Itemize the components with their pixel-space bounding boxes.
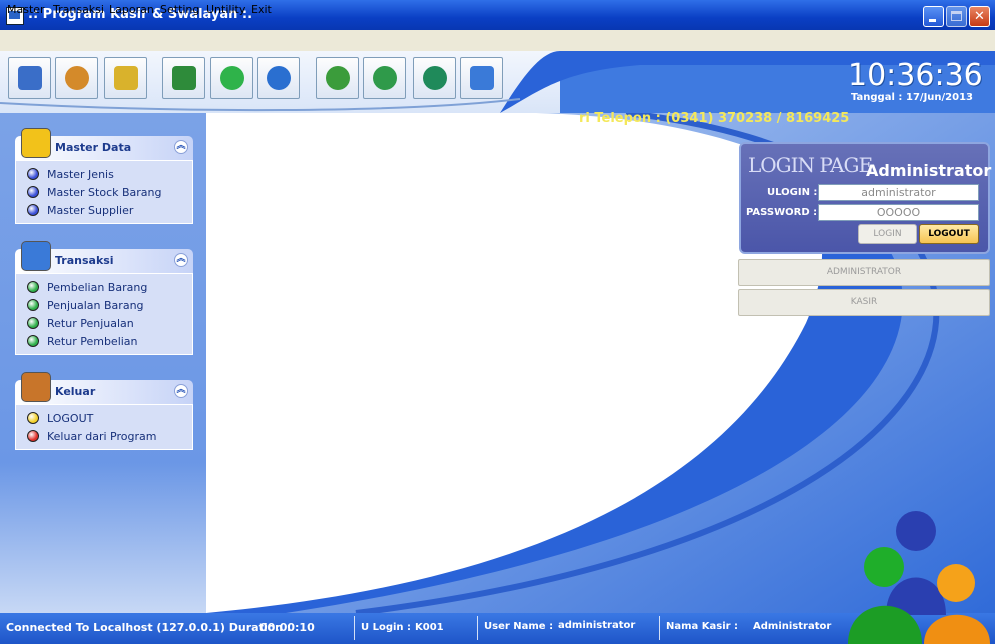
bullet-icon xyxy=(27,430,39,442)
sidebar-item-label: Retur Penjualan xyxy=(47,317,134,330)
sidebar-item-keluar-dari-program[interactable]: Keluar dari Program xyxy=(16,427,192,445)
close-button[interactable]: ✕ xyxy=(969,6,990,27)
toolbar-button-money[interactable] xyxy=(162,57,205,99)
folder-icon xyxy=(114,66,138,90)
ulogin-field[interactable]: administrator xyxy=(818,184,979,201)
panel-title: Master Data xyxy=(55,141,132,154)
toolbar-button-refresh[interactable] xyxy=(257,57,300,99)
bullet-icon xyxy=(27,412,39,424)
bullet-icon xyxy=(27,299,39,311)
toolbar-button-folder[interactable] xyxy=(104,57,147,99)
chevron-up-icon[interactable]: ︽ xyxy=(174,384,188,398)
chevron-up-icon[interactable]: ︽ xyxy=(174,140,188,154)
refresh-icon xyxy=(267,66,291,90)
menu-laporan[interactable]: Laporan xyxy=(109,3,154,16)
toolbar-button-add[interactable] xyxy=(210,57,253,99)
status-kasir-value: Administrator xyxy=(753,621,832,632)
sidebar-item-label: Master Supplier xyxy=(47,204,134,217)
add-user-icon xyxy=(326,66,350,90)
sidebar-item-retur-pembelian[interactable]: Retur Pembelian xyxy=(16,332,192,350)
chevron-up-icon[interactable]: ︽ xyxy=(174,253,188,267)
sidebar-item-label: Master Jenis xyxy=(47,168,114,181)
panel-body: Pembelian Barang Penjualan Barang Retur Pe… xyxy=(15,273,193,355)
user-icon xyxy=(65,66,89,90)
user-green-icon xyxy=(373,66,397,90)
status-separator xyxy=(354,616,355,640)
status-ulogin-value: K001 xyxy=(415,622,444,633)
sidebar-item-master-supplier[interactable]: Master Supplier xyxy=(16,201,192,219)
bullet-icon xyxy=(27,335,39,347)
menu-exit[interactable]: Exit xyxy=(251,3,272,16)
menu-setting[interactable]: Setting xyxy=(160,3,199,16)
table-icon xyxy=(470,66,494,90)
money-icon xyxy=(172,66,196,90)
sidebar-item-retur-penjualan[interactable]: Retur Penjualan xyxy=(16,314,192,332)
users-group-icon xyxy=(848,511,990,644)
login-user-title: Administrator xyxy=(866,161,992,180)
login-page-title: LOGIN PAGE xyxy=(748,153,873,177)
toolbar-button-user[interactable] xyxy=(55,57,98,99)
date-value: 17/Jun/2013 xyxy=(906,92,974,103)
panel-header[interactable]: Keluar ︽ xyxy=(15,372,193,404)
database-icon xyxy=(18,66,42,90)
panel-title: Transaksi xyxy=(55,254,114,267)
maximize-button[interactable] xyxy=(946,6,967,27)
ulogin-label: ULOGIN : xyxy=(767,187,818,198)
bullet-icon xyxy=(27,168,39,180)
status-separator xyxy=(477,616,478,640)
status-ulogin-label: U Login : xyxy=(361,622,412,633)
toolbar-button-user-green[interactable] xyxy=(363,57,406,99)
sidebar-item-label: LOGOUT xyxy=(47,412,94,425)
cashier-icon xyxy=(423,66,447,90)
sidebar-item-label: Keluar dari Program xyxy=(47,430,157,443)
status-username-label: User Name : xyxy=(484,621,554,632)
database-icon xyxy=(21,128,51,158)
add-icon xyxy=(220,66,244,90)
bullet-icon xyxy=(27,204,39,216)
login-button[interactable]: LOGIN xyxy=(858,224,917,244)
status-separator xyxy=(659,616,660,640)
menu-untility[interactable]: Untility xyxy=(206,3,245,16)
password-label: PASSWORD : xyxy=(746,207,818,218)
kasir-button[interactable]: KASIR xyxy=(738,289,990,316)
toolbar-button-add-user[interactable] xyxy=(316,57,359,99)
panel-header[interactable]: Transaksi ︽ xyxy=(15,241,193,273)
sidebar-item-label: Master Stock Barang xyxy=(47,186,162,199)
sidebar-item-master-jenis[interactable]: Master Jenis xyxy=(16,165,192,183)
bullet-icon xyxy=(27,317,39,329)
panel-body: LOGOUT Keluar dari Program xyxy=(15,404,193,450)
exit-door-icon xyxy=(21,372,51,402)
bullet-icon xyxy=(27,281,39,293)
status-username-value: administrator xyxy=(558,620,636,631)
sidebar-item-pembelian-barang[interactable]: Pembelian Barang xyxy=(16,278,192,296)
administrator-button[interactable]: ADMINISTRATOR xyxy=(738,259,990,286)
clipboard-icon xyxy=(21,241,51,271)
sidebar-item-label: Retur Pembelian xyxy=(47,335,138,348)
bullet-icon xyxy=(27,186,39,198)
status-duration: 00:00:10 xyxy=(260,621,315,634)
marquee-text: ri Telepon : (0341) 370238 / 8169425 xyxy=(579,111,850,126)
clock-time: 10:36:36 xyxy=(848,58,983,93)
panel-body: Master Jenis Master Stock Barang Master Su… xyxy=(15,160,193,224)
password-field[interactable]: OOOOO xyxy=(818,204,979,221)
date-label: Tanggal : xyxy=(851,92,903,103)
sidebar-item-logout[interactable]: LOGOUT xyxy=(16,409,192,427)
panel-header[interactable]: Master Data ︽ xyxy=(15,128,193,160)
sidebar-item-penjualan-barang[interactable]: Penjualan Barang xyxy=(16,296,192,314)
menu-master[interactable]: Master xyxy=(7,3,45,16)
toolbar-button-table[interactable] xyxy=(460,57,503,99)
panel-title: Keluar xyxy=(55,385,96,398)
sidebar-item-master-stock-barang[interactable]: Master Stock Barang xyxy=(16,183,192,201)
close-icon: ✕ xyxy=(974,9,985,24)
menu-bar xyxy=(0,30,995,52)
status-connection: Connected To Localhost (127.0.0.1) Durat… xyxy=(6,621,292,634)
minimize-button[interactable] xyxy=(923,6,944,27)
menu-transaksi[interactable]: Transaksi xyxy=(53,3,104,16)
sidebar-item-label: Penjualan Barang xyxy=(47,299,144,312)
toolbar-button-database[interactable] xyxy=(8,57,51,99)
toolbar-button-cashier[interactable] xyxy=(413,57,456,99)
sidebar-item-label: Pembelian Barang xyxy=(47,281,148,294)
status-kasir-label: Nama Kasir : xyxy=(666,621,739,632)
logout-button[interactable]: LOGOUT xyxy=(919,224,979,244)
